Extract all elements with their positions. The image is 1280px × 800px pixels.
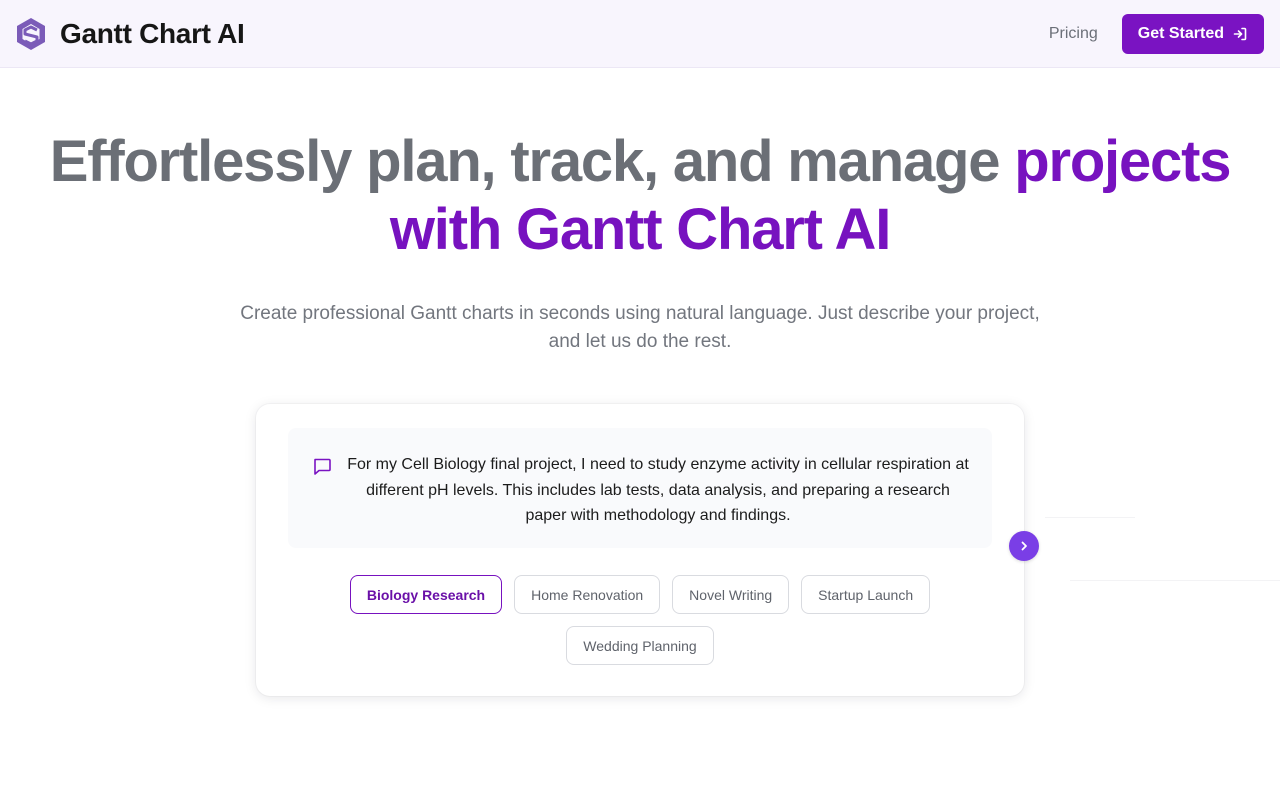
prompt-textarea[interactable]: For my Cell Biology final project, I nee… — [288, 428, 992, 548]
example-chip[interactable]: Home Renovation — [514, 575, 661, 614]
example-chip[interactable]: Wedding Planning — [566, 626, 714, 665]
prompt-card: For my Cell Biology final project, I nee… — [256, 404, 1024, 696]
example-chip[interactable]: Biology Research — [349, 575, 503, 614]
chat-bubble-icon — [314, 458, 331, 475]
top-nav: Pricing Get Started — [1049, 13, 1264, 54]
chevron-right-icon — [1021, 541, 1027, 551]
headline-plain: Effortlessly plan, track, and manage — [49, 129, 1015, 194]
get-started-button[interactable]: Get Started — [1121, 13, 1264, 54]
pricing-link[interactable]: Pricing — [1049, 25, 1098, 43]
prompt-text: For my Cell Biology final project, I nee… — [347, 456, 969, 524]
hero-headline: Effortlessly plan, track, and manage pro… — [0, 128, 1280, 264]
hero-subtitle: Create professional Gantt charts in seco… — [240, 303, 1040, 352]
example-chips: Biology Research Home Renovation Novel Wri… — [326, 575, 954, 665]
hero: Effortlessly plan, track, and manage pro… — [0, 128, 1280, 356]
top-navbar: Gantt Chart AI Pricing Get Started — [0, 0, 1280, 68]
background-decoration — [1070, 580, 1280, 581]
login-arrow-icon — [1233, 27, 1247, 40]
brand-name: Gantt Chart AI — [60, 17, 245, 49]
get-started-label: Get Started — [1137, 24, 1224, 42]
landing-page: Gantt Chart AI Pricing Get Started Effor… — [0, 0, 1280, 800]
gantt-logo-icon — [17, 17, 45, 50]
example-chip[interactable]: Startup Launch — [801, 575, 931, 614]
background-decoration — [1045, 517, 1135, 518]
brand[interactable]: Gantt Chart AI — [16, 17, 245, 51]
example-chip[interactable]: Novel Writing — [672, 575, 790, 614]
next-example-button[interactable] — [1009, 531, 1039, 561]
